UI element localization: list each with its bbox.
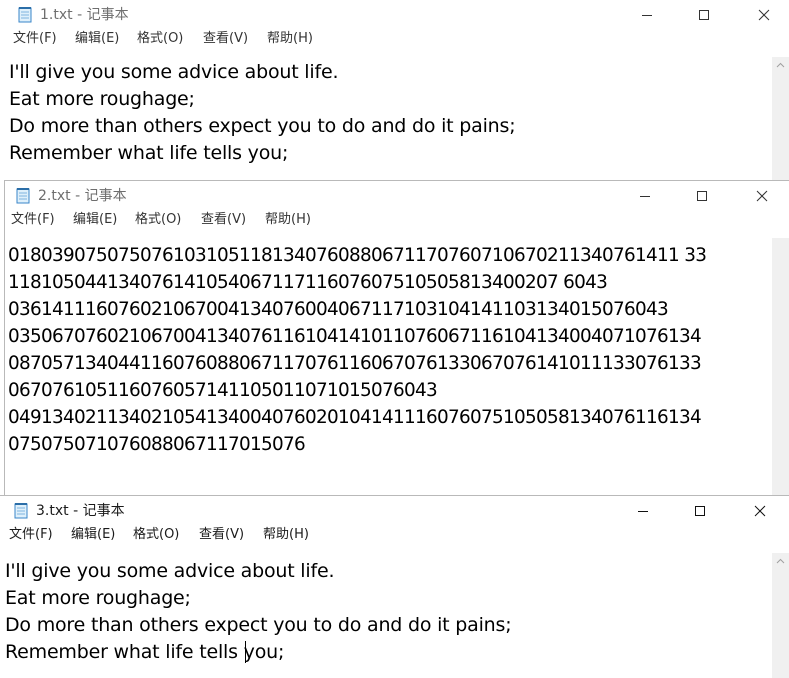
menu-file[interactable]: 文件(F) [11, 212, 55, 228]
text-area[interactable]: I'll give you some advice about life. Ea… [0, 57, 789, 180]
maximize-button[interactable] [679, 181, 725, 211]
text-line: Eat more roughage; [9, 88, 195, 110]
close-icon [756, 190, 768, 202]
text-line: 0350670760210670041340761161041410110760… [8, 326, 702, 347]
text-cursor [245, 641, 246, 663]
close-icon [754, 505, 766, 517]
menu-edit[interactable]: 编辑(E) [73, 212, 117, 228]
minimize-icon [642, 15, 652, 16]
text-area[interactable]: I'll give you some advice about life. Ea… [0, 553, 789, 678]
menu-help[interactable]: 帮助(H) [265, 212, 311, 228]
text-line: 075075071076088067117015076 [8, 434, 306, 455]
scroll-up-icon[interactable] [772, 57, 789, 74]
menu-view[interactable]: 查看(V) [201, 212, 246, 228]
text-line: 0870571340441160760880671170761160670761… [8, 353, 702, 374]
maximize-button[interactable] [677, 496, 723, 526]
text-line: I'll give you some advice about life. [5, 560, 335, 582]
maximize-icon [697, 191, 707, 201]
minimize-icon [638, 511, 648, 512]
minimize-button[interactable] [620, 496, 666, 526]
text-line: I'll give you some advice about life. [9, 61, 339, 83]
menu-help[interactable]: 帮助(H) [263, 527, 309, 543]
menu-format[interactable]: 格式(O) [137, 31, 183, 47]
text-line: Remember what life tells you; [9, 142, 289, 164]
notepad-icon [17, 6, 33, 23]
menu-view[interactable]: 查看(V) [203, 31, 248, 47]
menu-bar: 文件(F) 编辑(E) 格式(O) 查看(V) 帮助(H) [0, 526, 789, 546]
scroll-up-icon[interactable] [772, 553, 789, 570]
text-line: 0361411160760210670041340760040671171031… [8, 299, 669, 320]
text-line: Do more than others expect you to do and… [5, 614, 512, 636]
text-line: Eat more roughage; [5, 587, 191, 609]
close-icon [758, 9, 770, 21]
window-title: 1.txt - 记事本 [40, 7, 129, 23]
menu-format[interactable]: 格式(O) [135, 212, 181, 228]
vertical-scrollbar[interactable] [772, 553, 789, 678]
text-line: 0491340211340210541340040760201041411160… [8, 407, 702, 428]
menu-file[interactable]: 文件(F) [13, 31, 57, 47]
vertical-scrollbar[interactable] [772, 57, 789, 180]
minimize-button[interactable] [624, 0, 670, 30]
menu-file[interactable]: 文件(F) [9, 527, 53, 543]
text-line: 1181050441340761410540671171160760751050… [8, 272, 608, 293]
minimize-button[interactable] [622, 181, 668, 211]
text-line: Do more than others expect you to do and… [9, 115, 516, 137]
menu-bar: 文件(F) 编辑(E) 格式(O) 查看(V) 帮助(H) [0, 30, 789, 50]
title-bar[interactable]: 2.txt - 记事本 [5, 181, 789, 211]
maximize-icon [699, 10, 709, 20]
text-area[interactable]: 0180390750750761031051181340760880671170… [5, 238, 789, 495]
maximize-button[interactable] [681, 0, 727, 30]
close-button[interactable] [739, 181, 785, 211]
maximize-icon [695, 506, 705, 516]
menu-bar: 文件(F) 编辑(E) 格式(O) 查看(V) 帮助(H) [5, 211, 789, 231]
close-button[interactable] [737, 496, 783, 526]
text-line: 067076105116076057141105011071015076043 [8, 380, 438, 401]
title-bar[interactable]: 1.txt - 记事本 [0, 0, 789, 30]
notepad-icon [15, 187, 31, 204]
minimize-icon [640, 196, 650, 197]
window-title: 3.txt - 记事本 [36, 503, 125, 519]
close-button[interactable] [741, 0, 787, 30]
notepad-window-2: 2.txt - 记事本 文件(F) 编辑(E) 格式(O) 查看(V) 帮助(H… [5, 180, 789, 495]
notepad-icon [13, 502, 29, 519]
notepad-window-1: 1.txt - 记事本 文件(F) 编辑(E) 格式(O) 查看(V) 帮助(H… [0, 0, 789, 180]
menu-help[interactable]: 帮助(H) [267, 31, 313, 47]
menu-edit[interactable]: 编辑(E) [75, 31, 119, 47]
notepad-window-3: 3.txt - 记事本 文件(F) 编辑(E) 格式(O) 查看(V) 帮助(H… [0, 495, 789, 678]
menu-edit[interactable]: 编辑(E) [71, 527, 115, 543]
menu-view[interactable]: 查看(V) [199, 527, 244, 543]
title-bar[interactable]: 3.txt - 记事本 [0, 496, 789, 526]
window-title: 2.txt - 记事本 [38, 188, 127, 204]
text-line: 0180390750750761031051181340760880671170… [8, 245, 707, 266]
menu-format[interactable]: 格式(O) [133, 527, 179, 543]
vertical-scrollbar[interactable] [772, 238, 789, 495]
text-line: Remember what life tells you; [5, 641, 285, 663]
